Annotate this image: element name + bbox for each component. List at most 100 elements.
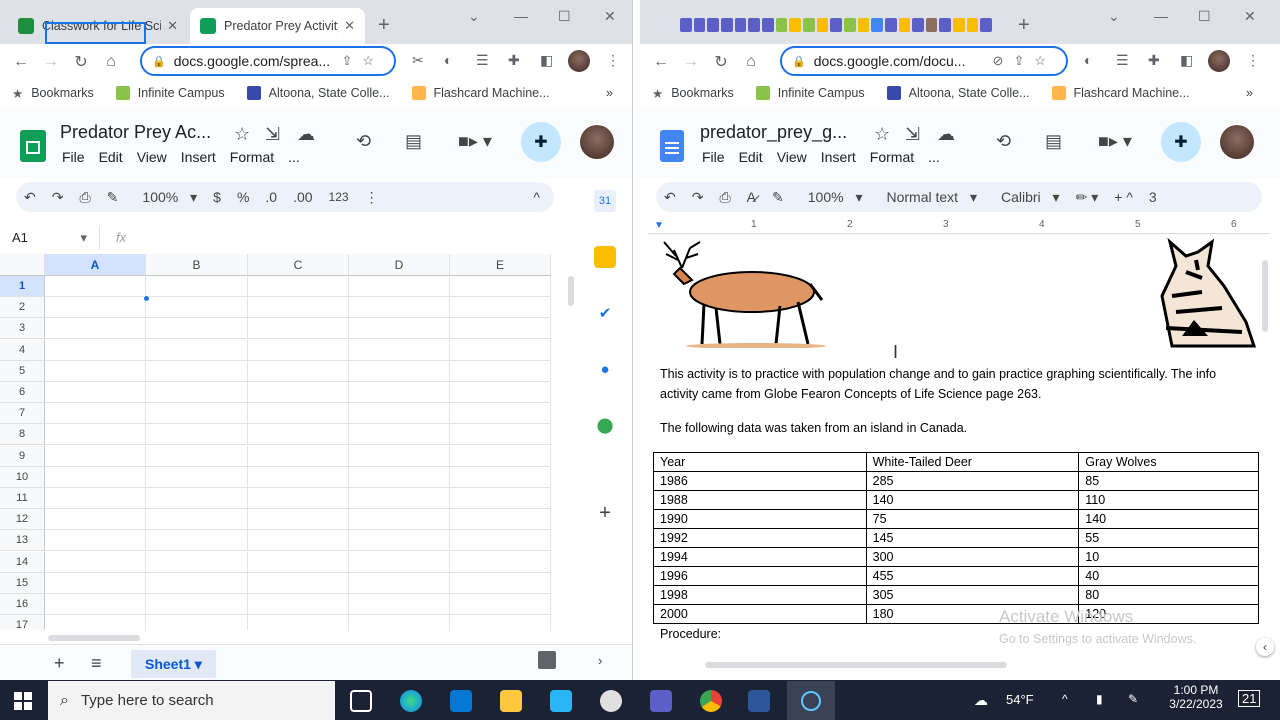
insert-plus-icon[interactable]: + ^ xyxy=(1114,189,1133,205)
grid-cell[interactable] xyxy=(45,488,146,509)
grid-cell[interactable] xyxy=(248,276,349,297)
more-icon[interactable]: ⋮ xyxy=(365,189,379,206)
grid-cell[interactable] xyxy=(146,572,248,594)
grid-cell[interactable] xyxy=(146,424,248,446)
menu-more[interactable]: ... xyxy=(928,149,940,165)
docs-logo-icon[interactable] xyxy=(660,130,684,162)
back-icon[interactable]: ← xyxy=(6,53,36,71)
meet-icon[interactable]: ■▸ ▾ xyxy=(1098,131,1132,152)
fill-handle[interactable] xyxy=(143,295,150,302)
editing-mode-icon[interactable]: ✏ ▾ xyxy=(1076,189,1099,206)
close-window-icon[interactable]: ✕ xyxy=(1244,8,1256,25)
grid-cell[interactable] xyxy=(45,339,146,361)
bookmarks-item[interactable]: ★ Bookmarks xyxy=(652,86,734,101)
pinned-tab-icon[interactable] xyxy=(789,18,801,32)
puzzle-icon[interactable]: ✚ xyxy=(1148,52,1160,69)
row-header-11[interactable]: 11 xyxy=(0,488,45,509)
expand-panel-icon[interactable]: › xyxy=(598,653,602,668)
flashcard-bookmark[interactable]: Flashcard Machine... xyxy=(1051,86,1190,100)
grid-cell[interactable] xyxy=(349,424,450,446)
column-header-c[interactable]: C xyxy=(248,254,349,276)
grid-cell[interactable] xyxy=(248,318,349,340)
home-icon[interactable]: ⌂ xyxy=(96,53,126,71)
new-tab-button[interactable]: + xyxy=(1018,14,1030,37)
comment-icon[interactable]: ▤ xyxy=(405,131,422,152)
forward-icon[interactable]: → xyxy=(36,53,66,71)
grid-cell[interactable] xyxy=(146,318,248,340)
grid-cell[interactable] xyxy=(248,360,349,382)
grid-cell[interactable] xyxy=(45,466,146,488)
grid-cell[interactable] xyxy=(248,445,349,467)
column-header-e[interactable]: E xyxy=(450,254,551,276)
grid-cell[interactable] xyxy=(45,382,146,403)
pen-icon[interactable]: ✎ xyxy=(1128,692,1138,706)
grid-cell[interactable] xyxy=(349,403,450,425)
puzzle-icon[interactable]: ✚ xyxy=(508,52,520,69)
grid-cell[interactable] xyxy=(349,572,450,594)
back-icon[interactable]: ← xyxy=(646,53,676,71)
menu-more[interactable]: ... xyxy=(288,149,300,165)
grid-cell[interactable] xyxy=(248,551,349,573)
redo-icon[interactable]: ↷ xyxy=(52,189,64,206)
grid-cell[interactable] xyxy=(450,360,551,382)
grid-cell[interactable] xyxy=(450,551,551,573)
selected-cell[interactable] xyxy=(45,22,146,44)
print-icon[interactable]: ⎙ xyxy=(719,189,730,206)
undo-icon[interactable]: ↶ xyxy=(24,189,36,206)
row-header-7[interactable]: 7 xyxy=(0,403,45,425)
home-icon[interactable]: ⌂ xyxy=(736,53,766,71)
word-icon[interactable] xyxy=(748,690,770,712)
extension-icon[interactable]: ◐ xyxy=(1084,52,1092,68)
minimize-icon[interactable]: — xyxy=(514,8,528,24)
row-header-16[interactable]: 16 xyxy=(0,594,45,615)
infinite-campus-bookmark[interactable]: Infinite Campus xyxy=(115,86,225,100)
grid-cell[interactable] xyxy=(349,382,450,403)
grid-cell[interactable] xyxy=(349,318,450,340)
grid-cell[interactable] xyxy=(450,488,551,509)
grid-corner[interactable] xyxy=(0,254,45,276)
row-header-14[interactable]: 14 xyxy=(0,551,45,573)
grid-cell[interactable] xyxy=(248,594,349,615)
grid-cell[interactable] xyxy=(45,318,146,340)
clock[interactable]: 1:00 PM 3/22/2023 xyxy=(1164,683,1228,711)
move-folder-icon[interactable]: ⇲ xyxy=(265,124,280,145)
decrease-decimal-button[interactable]: .0 xyxy=(265,189,277,205)
grid-cell[interactable] xyxy=(45,297,146,319)
grid-cell[interactable] xyxy=(45,530,146,552)
number-format-button[interactable]: 123 xyxy=(329,190,349,204)
row-header-12[interactable]: 12 xyxy=(0,509,45,531)
grid-cell[interactable] xyxy=(146,530,248,552)
pinned-tab-icon[interactable] xyxy=(843,18,856,32)
row-header-15[interactable]: 15 xyxy=(0,572,45,594)
minimize-icon[interactable]: — xyxy=(1154,8,1168,24)
active-app-highlight[interactable] xyxy=(787,681,835,720)
pinned-tab-icon[interactable] xyxy=(966,18,979,32)
taskbar-search[interactable]: ⌕ Type here to search xyxy=(48,681,335,720)
spreadsheet-grid[interactable]: A B C D E 1 2 3 4 5 6 7 8 9 10 11 12 13 14 15 16 17 xyxy=(0,254,568,630)
document-page[interactable]: This activity is to practice with popula… xyxy=(648,236,1260,656)
sheets-logo-icon[interactable] xyxy=(20,130,46,162)
menu-insert[interactable]: Insert xyxy=(821,149,856,165)
row-header-2[interactable]: 2 xyxy=(0,297,45,319)
grid-cell[interactable] xyxy=(349,551,450,573)
cloud-status-icon[interactable]: ☁ xyxy=(297,124,315,145)
grid-cell[interactable] xyxy=(349,445,450,467)
row-header-6[interactable]: 6 xyxy=(0,382,45,403)
history-icon[interactable]: ⟲ xyxy=(996,131,1011,152)
reload-icon[interactable]: ↻ xyxy=(706,52,736,72)
grid-cell[interactable] xyxy=(146,382,248,403)
all-sheets-button[interactable]: ≡ xyxy=(91,653,102,674)
paint-format-icon[interactable]: ✎ xyxy=(772,189,784,206)
pinned-tab-icon[interactable] xyxy=(816,18,829,32)
tab-predator-prey[interactable]: Predator Prey Activity ✕ xyxy=(190,8,365,44)
grid-cell[interactable] xyxy=(248,530,349,552)
reload-icon[interactable]: ↻ xyxy=(66,52,96,72)
pinned-tab-icon[interactable] xyxy=(884,18,897,32)
zoom-select[interactable]: 100% ▾ xyxy=(134,189,197,206)
pinned-tab-icon[interactable] xyxy=(748,18,760,32)
horizontal-scrollbar[interactable] xyxy=(705,662,1007,668)
grid-cell[interactable] xyxy=(450,424,551,446)
grid-cell[interactable] xyxy=(248,466,349,488)
grid-cell[interactable] xyxy=(146,488,248,509)
pinned-tab-icon[interactable] xyxy=(939,18,952,32)
